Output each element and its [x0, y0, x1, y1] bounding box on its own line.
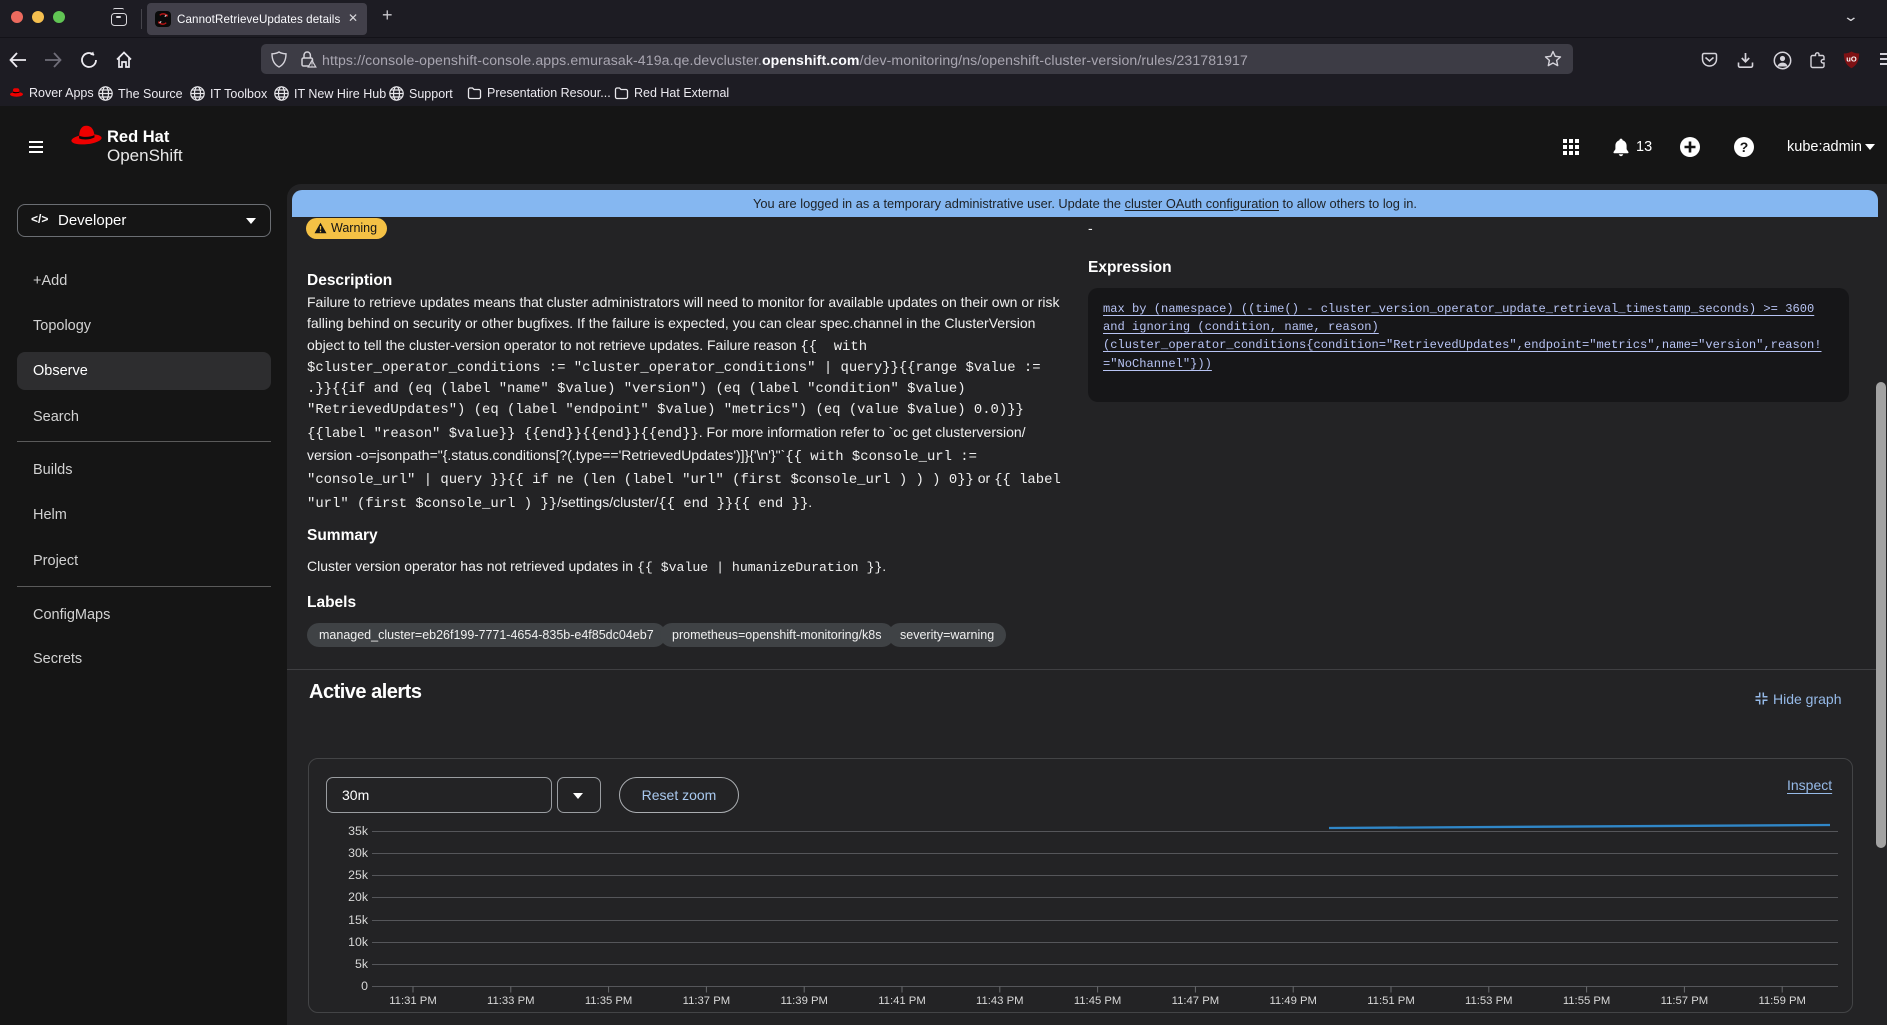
svg-text:11:53 PM: 11:53 PM — [1465, 995, 1513, 1007]
svg-text:11:59 PM: 11:59 PM — [1758, 995, 1806, 1007]
svg-text:0: 0 — [361, 979, 368, 993]
svg-text:10k: 10k — [348, 935, 369, 949]
svg-text:11:49 PM: 11:49 PM — [1269, 995, 1317, 1007]
svg-text:11:33 PM: 11:33 PM — [487, 995, 535, 1007]
svg-text:11:47 PM: 11:47 PM — [1172, 995, 1220, 1007]
svg-text:15k: 15k — [348, 913, 369, 927]
svg-text:11:55 PM: 11:55 PM — [1563, 995, 1611, 1007]
svg-text:25k: 25k — [348, 868, 369, 882]
svg-text:11:51 PM: 11:51 PM — [1367, 995, 1415, 1007]
svg-text:11:37 PM: 11:37 PM — [683, 995, 731, 1007]
svg-text:11:43 PM: 11:43 PM — [976, 995, 1024, 1007]
svg-text:11:41 PM: 11:41 PM — [878, 995, 926, 1007]
svg-text:11:39 PM: 11:39 PM — [780, 995, 828, 1007]
svg-text:11:35 PM: 11:35 PM — [585, 995, 633, 1007]
svg-text:uO: uO — [1846, 55, 1857, 64]
svg-text:11:57 PM: 11:57 PM — [1661, 995, 1709, 1007]
svg-text:5k: 5k — [355, 957, 369, 971]
svg-text:11:31 PM: 11:31 PM — [389, 995, 437, 1007]
svg-text:?: ? — [1740, 139, 1749, 155]
svg-text:20k: 20k — [348, 890, 369, 904]
svg-text:35k: 35k — [348, 824, 369, 838]
svg-text:30k: 30k — [348, 846, 369, 860]
svg-text:11:45 PM: 11:45 PM — [1074, 995, 1122, 1007]
